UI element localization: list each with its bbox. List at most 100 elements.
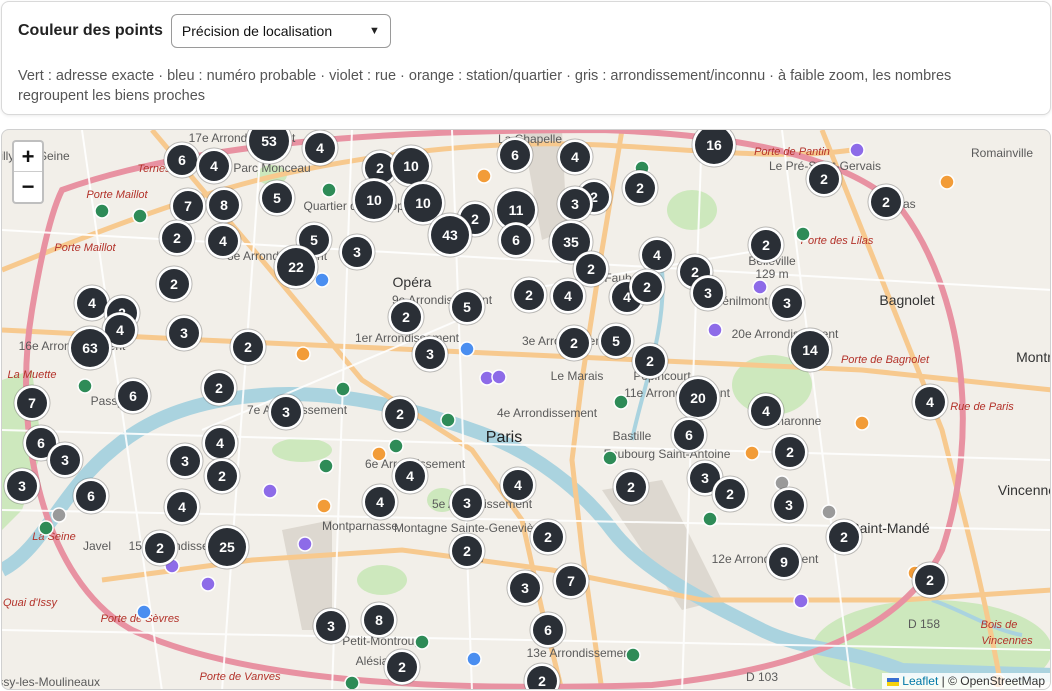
cluster-marker[interactable]: 63 — [67, 325, 113, 371]
point-marker-station[interactable] — [744, 445, 760, 461]
cluster-marker[interactable]: 7 — [13, 384, 51, 422]
cluster-marker[interactable]: 25 — [204, 524, 250, 570]
cluster-marker[interactable]: 4 — [638, 236, 676, 274]
cluster-marker[interactable]: 2 — [229, 328, 267, 366]
point-marker-exact[interactable] — [335, 381, 351, 397]
cluster-marker[interactable]: 3 — [768, 284, 806, 322]
point-marker-exact[interactable] — [602, 450, 618, 466]
point-marker-street[interactable] — [200, 576, 216, 592]
cluster-marker[interactable]: 2 — [628, 268, 666, 306]
cluster-marker[interactable]: 6 — [496, 136, 534, 174]
point-marker-street[interactable] — [849, 142, 865, 158]
point-marker-exact[interactable] — [94, 203, 110, 219]
cluster-marker[interactable]: 22 — [273, 244, 319, 290]
cluster-marker[interactable]: 2 — [448, 532, 486, 570]
cluster-marker[interactable]: 2 — [523, 662, 561, 690]
cluster-marker[interactable]: 2 — [155, 265, 193, 303]
cluster-marker[interactable]: 3 — [689, 274, 727, 312]
cluster-marker[interactable]: 10 — [351, 177, 397, 223]
point-marker-exact[interactable] — [38, 520, 54, 536]
cluster-marker[interactable]: 2 — [510, 276, 548, 314]
cluster-marker[interactable]: 4 — [204, 222, 242, 260]
zoom-in-button[interactable]: + — [14, 142, 42, 172]
point-marker-station[interactable] — [854, 415, 870, 431]
point-marker-exact[interactable] — [388, 438, 404, 454]
cluster-marker[interactable]: 53 — [245, 130, 293, 165]
cluster-marker[interactable]: 3 — [411, 335, 449, 373]
point-marker-street[interactable] — [707, 322, 723, 338]
point-marker-unknown[interactable] — [821, 504, 837, 520]
cluster-marker[interactable]: 4 — [361, 483, 399, 521]
cluster-marker[interactable]: 20 — [675, 375, 721, 421]
cluster-marker[interactable]: 4 — [301, 130, 339, 167]
cluster-marker[interactable]: 2 — [381, 395, 419, 433]
cluster-marker[interactable]: 16 — [691, 130, 737, 168]
point-marker-station[interactable] — [295, 346, 311, 362]
cluster-marker[interactable]: 4 — [201, 424, 239, 462]
cluster-marker[interactable]: 8 — [360, 601, 398, 639]
cluster-marker[interactable]: 2 — [747, 226, 785, 264]
point-marker-station[interactable] — [939, 174, 955, 190]
cluster-marker[interactable]: 2 — [711, 475, 749, 513]
cluster-marker[interactable]: 4 — [499, 466, 537, 504]
cluster-marker[interactable]: 2 — [200, 369, 238, 407]
cluster-marker[interactable]: 2 — [383, 648, 421, 686]
zoom-out-button[interactable]: − — [14, 172, 42, 202]
cluster-marker[interactable]: 2 — [867, 183, 905, 221]
cluster-marker[interactable]: 7 — [169, 187, 207, 225]
cluster-marker[interactable]: 3 — [46, 441, 84, 479]
point-marker-street[interactable] — [793, 593, 809, 609]
cluster-marker[interactable]: 2 — [387, 298, 425, 336]
cluster-marker[interactable]: 5 — [448, 288, 486, 326]
cluster-marker[interactable]: 2 — [141, 529, 179, 567]
cluster-marker[interactable]: 6 — [72, 477, 110, 515]
cluster-marker[interactable]: 3 — [312, 607, 350, 645]
cluster-marker[interactable]: 3 — [166, 442, 204, 480]
cluster-marker[interactable]: 2 — [529, 518, 567, 556]
cluster-marker[interactable]: 2 — [911, 561, 949, 599]
cluster-marker[interactable]: 6 — [670, 416, 708, 454]
cluster-marker[interactable]: 3 — [165, 314, 203, 352]
cluster-marker[interactable]: 3 — [448, 484, 486, 522]
cluster-marker[interactable]: 4 — [391, 457, 429, 495]
cluster-marker[interactable]: 2 — [612, 468, 650, 506]
cluster-marker[interactable]: 6 — [114, 377, 152, 415]
cluster-marker[interactable]: 3 — [338, 233, 376, 271]
cluster-marker[interactable]: 3 — [3, 467, 41, 505]
point-marker-street[interactable] — [752, 279, 768, 295]
point-marker-exact[interactable] — [77, 378, 93, 394]
point-marker-exact[interactable] — [414, 634, 430, 650]
cluster-marker[interactable]: 5 — [597, 322, 635, 360]
cluster-marker[interactable]: 2 — [555, 324, 593, 362]
leaflet-link[interactable]: Leaflet — [902, 674, 938, 688]
cluster-marker[interactable]: 3 — [556, 185, 594, 223]
point-marker-exact[interactable] — [702, 511, 718, 527]
cluster-marker[interactable]: 3 — [770, 486, 808, 524]
cluster-marker[interactable]: 4 — [556, 138, 594, 176]
point-marker-probable[interactable] — [314, 272, 330, 288]
point-marker-street[interactable] — [491, 369, 507, 385]
cluster-marker[interactable]: 6 — [497, 221, 535, 259]
point-marker-unknown[interactable] — [51, 507, 67, 523]
point-marker-street[interactable] — [297, 536, 313, 552]
cluster-marker[interactable]: 3 — [506, 569, 544, 607]
cluster-marker[interactable]: 4 — [195, 147, 233, 185]
point-marker-exact[interactable] — [321, 182, 337, 198]
cluster-marker[interactable]: 43 — [427, 212, 473, 258]
point-marker-station[interactable] — [316, 498, 332, 514]
point-marker-exact[interactable] — [625, 647, 641, 663]
cluster-marker[interactable]: 4 — [549, 277, 587, 315]
point-marker-station[interactable] — [371, 446, 387, 462]
cluster-marker[interactable]: 6 — [529, 611, 567, 649]
cluster-marker[interactable]: 8 — [205, 186, 243, 224]
cluster-marker[interactable]: 2 — [805, 160, 843, 198]
point-marker-probable[interactable] — [136, 604, 152, 620]
cluster-marker[interactable]: 2 — [825, 518, 863, 556]
point-marker-probable[interactable] — [459, 341, 475, 357]
cluster-marker[interactable]: 6 — [163, 141, 201, 179]
cluster-marker[interactable]: 2 — [203, 457, 241, 495]
point-marker-station[interactable] — [476, 168, 492, 184]
cluster-marker[interactable]: 4 — [163, 488, 201, 526]
cluster-marker[interactable]: 3 — [267, 393, 305, 431]
cluster-marker[interactable]: 4 — [747, 392, 785, 430]
